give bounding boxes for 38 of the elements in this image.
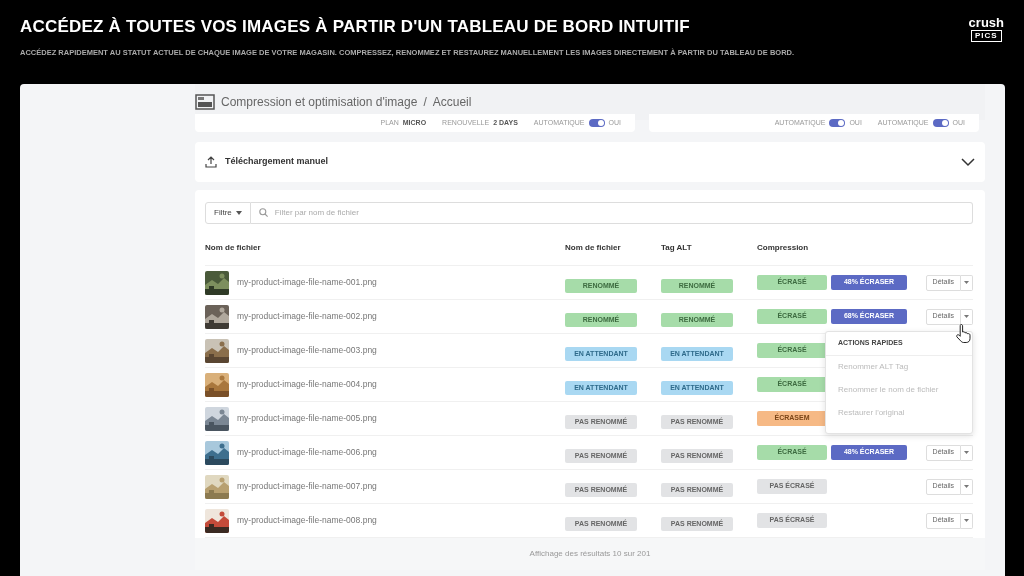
logo-badge: PICS [970,30,1002,42]
dropdown-toggle-button[interactable] [961,444,973,461]
column-header: Nom de fichier [205,241,262,254]
app-logo-icon [195,94,215,110]
chevron-icon[interactable] [961,157,975,167]
filter-button[interactable]: Filtre [205,202,251,224]
file-name: my-product-image-file-name-005.png [237,412,377,425]
caret-icon [964,451,969,454]
caret-icon [964,315,969,318]
file-name: my-product-image-file-name-006.png [237,446,377,459]
page-title: ACCÉDEZ À TOUTES VOS IMAGES À PARTIR D'UN TABLEAU DE BORD INTUITIF [20,16,691,38]
breadcrumb-current: Accueil [432,94,472,111]
file-name: my-product-image-file-name-004.png [237,378,377,391]
file-name: my-product-image-file-name-001.png [237,276,377,289]
results-summary: Affichage des résultats 10 sur 201 [195,538,985,570]
file-name: my-product-image-file-name-003.png [237,344,377,357]
caret-icon [235,211,242,215]
upload-icon [205,156,217,168]
column-header: Compression [757,241,810,254]
dropdown-toggle-button[interactable] [961,478,973,495]
dropdown-toggle-button[interactable] [961,308,973,325]
file-name: my-product-image-file-name-002.png [237,310,377,323]
logo-text: crush [968,16,1004,29]
search-field[interactable]: Filter par nom de fichier [250,202,973,224]
dropdown-toggle-button[interactable] [961,274,973,291]
toggle-switch[interactable] [588,119,605,127]
file-name: my-product-image-file-name-008.png [237,514,377,527]
toggle-switch[interactable] [829,119,846,127]
dropdown-toggle-button[interactable] [961,512,973,529]
caret-icon [964,281,969,284]
file-name: my-product-image-file-name-007.png [237,480,377,493]
toggle-switch[interactable] [932,119,949,127]
breadcrumb-separator: / [423,94,427,111]
caret-icon [964,519,969,522]
column-header: Tag ALT [661,241,693,254]
column-header: Nom de fichier [565,241,622,254]
breadcrumb-link[interactable]: Compression et optimisation d'image [221,93,418,111]
caret-icon [964,485,969,488]
